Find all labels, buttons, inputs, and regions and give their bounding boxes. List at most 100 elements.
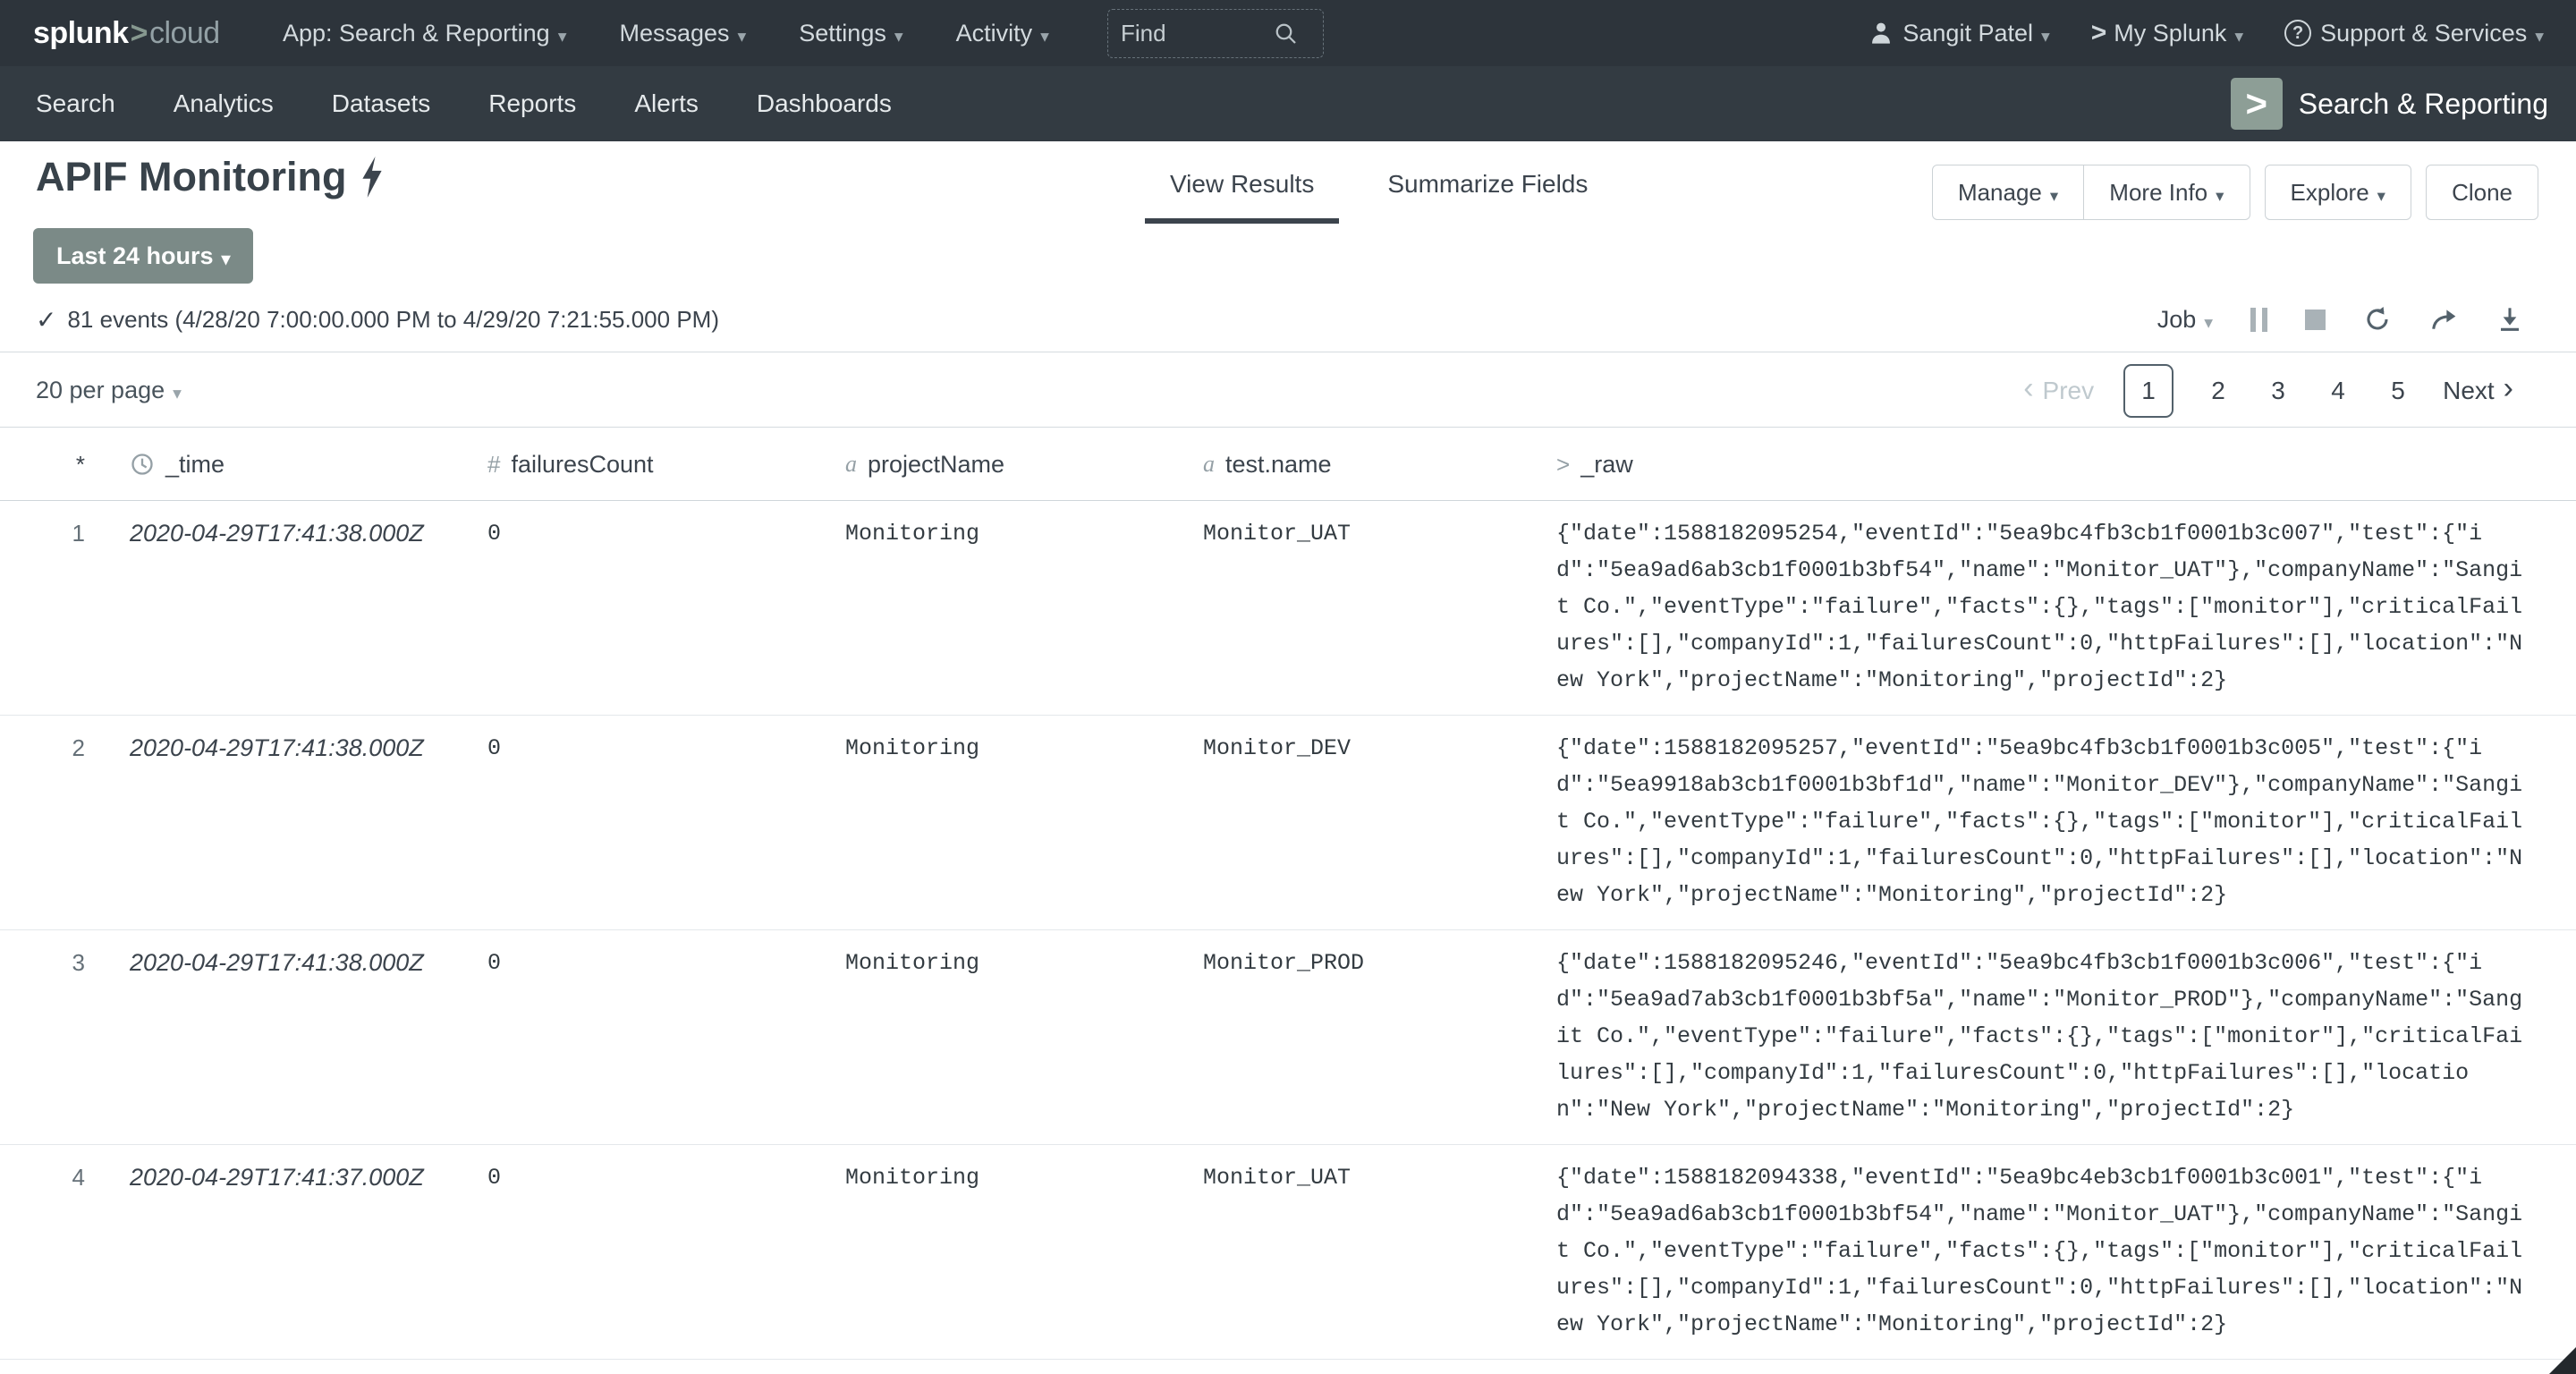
my-splunk-menu[interactable]: > My Splunk: [2091, 18, 2243, 48]
raw-cell[interactable]: {"date":1588182095254,"eventId":"5ea9bc4…: [1525, 501, 2576, 715]
top-bar: splunk > cloud App: Search & Reporting M…: [0, 0, 2576, 66]
column-header-rownum[interactable]: *: [0, 428, 98, 501]
app-nav-bar: Search Analytics Datasets Reports Alerts…: [0, 66, 2576, 141]
time-range-picker[interactable]: Last 24 hours: [33, 228, 254, 284]
page-1-current[interactable]: 1: [2123, 363, 2174, 418]
projectname-cell[interactable]: Monitoring: [814, 1145, 1172, 1359]
corner-resize-handle: [2549, 1347, 2576, 1374]
app-menu-label: App: Search & Reporting: [283, 19, 550, 47]
column-header-testname[interactable]: a test.name: [1172, 428, 1525, 501]
nav-item-reports[interactable]: Reports: [488, 89, 576, 118]
splunk-cloud-logo[interactable]: splunk > cloud: [33, 0, 220, 66]
manage-label: Manage: [1957, 178, 2042, 206]
projectname-cell[interactable]: Monitoring: [814, 501, 1172, 715]
nav-item-dashboards[interactable]: Dashboards: [757, 89, 892, 118]
activity-menu[interactable]: Activity: [956, 20, 1049, 47]
testname-cell[interactable]: Monitor_UAT: [1172, 1145, 1525, 1359]
prev-page-button[interactable]: Prev: [2023, 373, 2095, 408]
find-search-box[interactable]: [1107, 9, 1324, 58]
tab-view-results[interactable]: View Results: [1145, 163, 1340, 224]
row-number: 1: [72, 520, 85, 547]
page-3[interactable]: 3: [2263, 377, 2293, 405]
time-cell[interactable]: 2020-04-29T17:41:38.000Z: [98, 930, 456, 1144]
projectname-cell[interactable]: Monitoring: [814, 930, 1172, 1144]
page-2[interactable]: 2: [2203, 377, 2233, 405]
testname-cell[interactable]: Monitor_PROD: [1172, 930, 1525, 1144]
app-badge[interactable]: > Search & Reporting: [2230, 66, 2548, 141]
user-menu[interactable]: Sangit Patel: [1868, 20, 2049, 47]
page-5[interactable]: 5: [2383, 377, 2413, 405]
stop-icon[interactable]: [2305, 309, 2326, 330]
app-menu[interactable]: App: Search & Reporting: [283, 20, 566, 47]
events-summary: ✓ 81 events (4/28/20 7:00:00.000 PM to 4…: [36, 286, 719, 352]
raw-cell[interactable]: {"date":1588182094338,"eventId":"5ea9bc4…: [1525, 1145, 2576, 1359]
share-icon[interactable]: [2429, 305, 2458, 334]
find-input[interactable]: [1121, 20, 1273, 47]
more-info-button[interactable]: More Info: [2084, 165, 2250, 220]
page-4[interactable]: 4: [2323, 377, 2353, 405]
caret-down-icon: [1032, 20, 1049, 47]
nav-item-search[interactable]: Search: [36, 89, 115, 118]
column-header-failurescount[interactable]: # failuresCount: [456, 428, 814, 501]
column-label-failurescount: failuresCount: [511, 450, 654, 478]
time-cell[interactable]: 2020-04-29T17:41:38.000Z: [98, 501, 456, 715]
clone-button[interactable]: Clone: [2426, 165, 2538, 220]
string-type-icon: a: [845, 451, 857, 477]
messages-menu-label: Messages: [619, 19, 730, 47]
nav-item-datasets[interactable]: Datasets: [332, 89, 431, 118]
next-page-button[interactable]: Next: [2443, 373, 2513, 408]
settings-menu[interactable]: Settings: [799, 20, 902, 47]
next-label: Next: [2443, 376, 2495, 404]
app-badge-title: Search & Reporting: [2298, 87, 2548, 120]
testname-cell[interactable]: Monitor_PROD: [1172, 1360, 1525, 1374]
support-label: Support & Services: [2320, 19, 2528, 47]
messages-menu[interactable]: Messages: [619, 20, 746, 47]
time-cell[interactable]: 2020-04-29T17:41:37.000Z: [98, 1360, 456, 1374]
caret-down-icon: [165, 377, 182, 404]
user-name: Sangit Patel: [1902, 19, 2033, 47]
time-cell[interactable]: 2020-04-29T17:41:37.000Z: [98, 1145, 456, 1359]
failurescount-cell[interactable]: 0: [456, 930, 814, 1144]
raw-cell[interactable]: {"date":1588182095246,"eventId":"5ea9bc4…: [1525, 930, 2576, 1144]
job-menu[interactable]: Job: [2157, 306, 2213, 334]
support-menu[interactable]: ? Support & Services: [2284, 20, 2544, 47]
caret-down-icon: [2527, 20, 2544, 47]
failurescount-cell[interactable]: 0: [456, 1145, 814, 1359]
testname-cell[interactable]: Monitor_UAT: [1172, 501, 1525, 715]
projectname-cell[interactable]: Monitoring: [814, 716, 1172, 929]
caret-down-icon: [2042, 179, 2058, 207]
string-type-icon: a: [1203, 451, 1215, 477]
manage-button[interactable]: Manage: [1931, 165, 2085, 220]
logo-cloud: cloud: [148, 15, 220, 50]
column-header-time[interactable]: _time: [98, 428, 456, 501]
reload-icon[interactable]: [2363, 305, 2392, 334]
export-icon[interactable]: [2496, 305, 2524, 334]
row-number: 3: [72, 949, 85, 976]
failurescount-cell[interactable]: 0: [456, 1360, 814, 1374]
testname-cell[interactable]: Monitor_DEV: [1172, 716, 1525, 929]
time-cell[interactable]: 2020-04-29T17:41:38.000Z: [98, 716, 456, 929]
splunk-page: splunk > cloud App: Search & Reporting M…: [0, 0, 2576, 1374]
app-nav-items: Search Analytics Datasets Reports Alerts…: [36, 66, 892, 141]
failurescount-cell[interactable]: 0: [456, 501, 814, 715]
column-header-projectname[interactable]: a projectName: [814, 428, 1172, 501]
explore-button[interactable]: Explore: [2264, 165, 2412, 220]
raw-cell[interactable]: {"date":1588182095257,"eventId":"5ea9bc4…: [1525, 716, 2576, 929]
pager: Prev 1 2 3 4 5 Next: [2023, 353, 2513, 428]
logo-gt-icon: >: [130, 15, 148, 50]
raw-cell[interactable]: {"date":1588182094310,"eventId":"5ea9bc4…: [1525, 1360, 2576, 1374]
nav-item-alerts[interactable]: Alerts: [634, 89, 699, 118]
nav-item-analytics[interactable]: Analytics: [174, 89, 274, 118]
table-row: 5 2020-04-29T17:41:37.000Z 0 Monitoring …: [0, 1360, 2576, 1374]
pause-icon[interactable]: [2250, 307, 2267, 332]
time-range-label: Last 24 hours: [56, 242, 214, 269]
tab-summarize-fields[interactable]: Summarize Fields: [1362, 163, 1613, 224]
projectname-cell[interactable]: Monitoring: [814, 1360, 1172, 1374]
job-status-row: ✓ 81 events (4/28/20 7:00:00.000 PM to 4…: [0, 286, 2576, 352]
column-header-raw[interactable]: > _raw: [1525, 428, 2576, 501]
check-icon: ✓: [36, 305, 57, 334]
view-tabs: View Results Summarize Fields: [1145, 163, 1613, 224]
prev-label: Prev: [2042, 376, 2095, 404]
per-page-dropdown[interactable]: 20 per page: [36, 353, 182, 428]
failurescount-cell[interactable]: 0: [456, 716, 814, 929]
